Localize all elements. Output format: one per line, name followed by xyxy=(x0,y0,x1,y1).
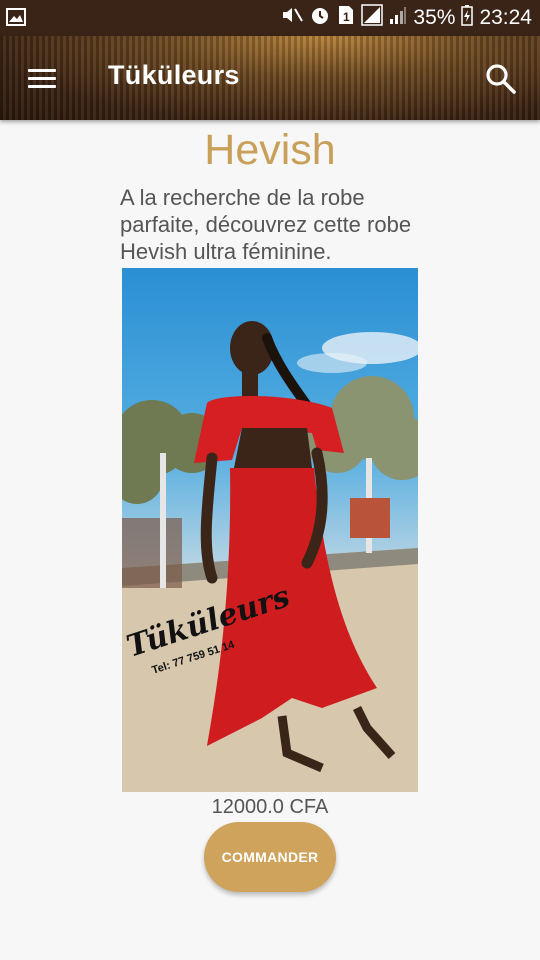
status-bar: 1 35% 23:24 xyxy=(0,0,540,36)
mute-icon xyxy=(281,5,304,31)
app-title: Tüküleurs xyxy=(108,60,240,90)
product-photo-illustration: Tüküleurs Tel: 77 759 51 14 xyxy=(122,321,418,792)
app-toolbar: Tüküleurs xyxy=(0,36,540,120)
signal-icon xyxy=(389,5,407,31)
signal-icon xyxy=(361,4,384,32)
product-price: 12000.0 CFA xyxy=(211,796,329,818)
sim-slot-number: 1 xyxy=(343,10,350,24)
search-icon[interactable] xyxy=(482,60,520,98)
battery-percent: 35% xyxy=(413,6,456,29)
product-image[interactable]: Tüküleurs Tel: 77 759 51 14 xyxy=(122,268,418,792)
product-description: A la recherche de la robe parfaite, déco… xyxy=(120,185,412,264)
battery-icon xyxy=(461,4,474,32)
gallery-icon xyxy=(6,8,26,31)
menu-icon[interactable] xyxy=(22,60,62,96)
product-title: Hevish xyxy=(204,126,336,174)
order-button[interactable]: COMMANDER xyxy=(204,822,336,892)
sim-icon: 1 xyxy=(337,4,355,32)
clock: 23:24 xyxy=(479,6,532,29)
alarm-icon xyxy=(309,4,331,32)
